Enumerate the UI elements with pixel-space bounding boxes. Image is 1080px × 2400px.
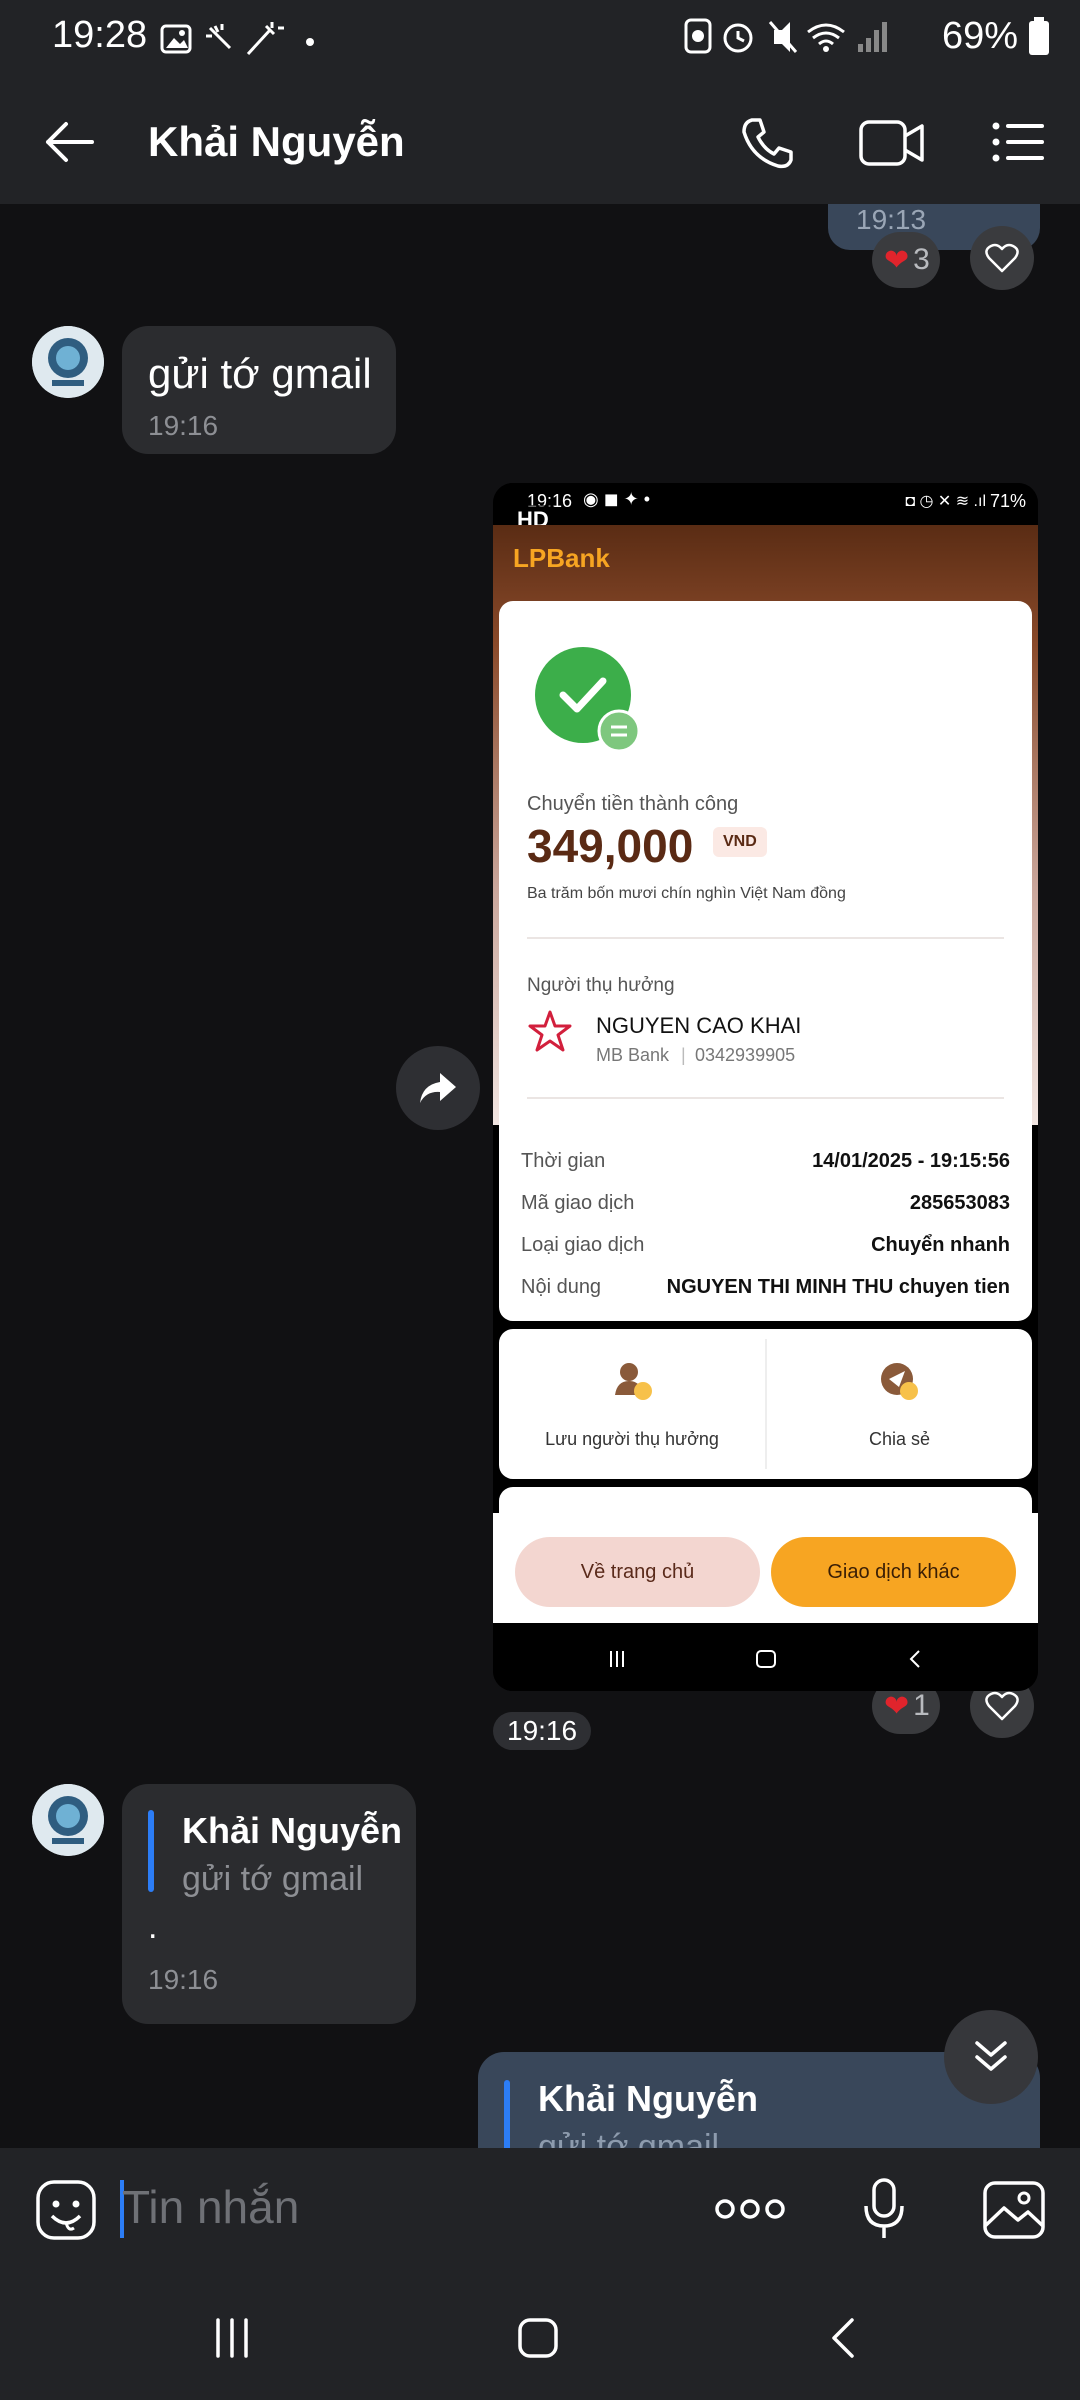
quote-text: gửi tớ gmail <box>538 2128 720 2148</box>
status-notification-icons <box>160 18 320 67</box>
other-transaction-button[interactable]: Giao dịch khác <box>771 1537 1016 1607</box>
battery-percent: 69% <box>941 14 1018 57</box>
avatar[interactable] <box>32 326 104 398</box>
message-input-bar: Tin nhắn <box>0 2148 1080 2274</box>
battery-icon <box>1029 17 1049 55</box>
screenshot-system-icons: ◘ ◷ ✕ ≋ .ıl <box>905 493 986 510</box>
save-person-icon <box>615 1363 652 1400</box>
success-label: Chuyển tiền thành công <box>527 793 739 815</box>
share-action[interactable]: Chia sẻ <box>767 1329 1032 1479</box>
divider <box>527 937 1004 939</box>
image-message[interactable]: 19:16 ◉ ◼ ✦ • ◘ ◷ ✕ ≋ .ıl 71% HD LPBank … <box>493 483 1038 1691</box>
reaction-count: 1 <box>913 1689 930 1722</box>
quote-name: Khải Nguyễn <box>182 1810 403 1851</box>
emoji-icon[interactable] <box>34 2178 98 2247</box>
screenshot-nav-bar <box>493 1627 1038 1691</box>
detail-row: Nội dung NGUYEN THI MINH THU chuyen tien <box>521 1271 1010 1303</box>
system-icons <box>684 18 887 54</box>
incoming-reply-bubble[interactable]: Khải Nguyễn gửi tớ gmail . 19:16 <box>122 1784 416 2024</box>
message-time: 19:13 <box>856 204 927 235</box>
status-time: 19:28 <box>52 14 148 56</box>
menu-list-icon[interactable] <box>990 118 1046 171</box>
heart-outline-icon <box>985 243 1019 273</box>
detail-row: Loại giao dịch Chuyển nhanh <box>521 1229 1010 1261</box>
detail-label: Nội dung <box>521 1275 602 1298</box>
quote-bar <box>148 1810 154 1892</box>
message-text: . <box>148 1908 158 1946</box>
scroll-to-bottom-button[interactable] <box>944 2010 1038 2104</box>
heart-outline-icon <box>985 1691 1019 1721</box>
avatar[interactable] <box>32 1784 104 1856</box>
like-button[interactable] <box>970 226 1034 290</box>
screenshot-status-icons: ◉ ◼ ✦ • <box>583 489 651 509</box>
message-text: gửi tớ gmail <box>148 350 372 397</box>
beneficiary-name: NGUYEN CAO KHAI <box>596 1013 802 1038</box>
transfer-amount: 349,000 <box>527 820 694 872</box>
home-button[interactable]: Về trang chủ <box>515 1537 760 1607</box>
reaction-count: 3 <box>913 243 930 276</box>
status-system-icons: 69% <box>682 14 1050 58</box>
save-beneficiary-action[interactable]: Lưu người thụ hưởng <box>499 1329 765 1479</box>
detail-value: NGUYEN THI MINH THU chuyen tien <box>666 1275 1010 1298</box>
success-check-icon <box>533 645 643 760</box>
system-nav-bar <box>0 2274 1080 2400</box>
message-time: 19:16 <box>148 410 219 441</box>
double-chevron-down-icon <box>975 2041 1007 2071</box>
detail-row: Mã giao dịch 285653083 <box>521 1187 1010 1219</box>
home-icon[interactable] <box>516 2316 560 2365</box>
save-beneficiary-label: Lưu người thụ hưởng <box>545 1429 719 1449</box>
detail-label: Loại giao dịch <box>521 1233 645 1256</box>
video-call-icon[interactable] <box>858 116 926 175</box>
detail-row: Thời gian 14/01/2025 - 19:15:56 <box>521 1145 1010 1177</box>
quote-bar <box>504 2080 510 2148</box>
detail-value: 14/01/2025 - 19:15:56 <box>812 1149 1010 1172</box>
lpbank-logo: LPBank <box>513 543 610 573</box>
detail-label: Thời gian <box>521 1149 606 1172</box>
microphone-icon[interactable] <box>862 2178 906 2247</box>
more-options-icon[interactable] <box>714 2194 786 2229</box>
reaction-count-badge[interactable]: ❤ 3 <box>872 232 940 288</box>
beneficiary-label: Người thụ hưởng <box>527 975 675 996</box>
recent-apps-icon[interactable] <box>210 2316 254 2365</box>
back-arrow-icon[interactable] <box>40 118 98 171</box>
beneficiary-bank: MB Bank <box>596 1045 670 1065</box>
image-time: 19:16 <box>493 1712 592 1750</box>
currency-badge: VND <box>713 827 767 857</box>
divider <box>527 1097 1004 1099</box>
chat-header: Khải Nguyễn <box>0 80 1080 204</box>
detail-label: Mã giao dịch <box>521 1191 635 1214</box>
quote-name: Khải Nguyễn <box>538 2078 759 2119</box>
actions-card: Lưu người thụ hưởng Chia sẻ <box>499 1329 1032 1479</box>
gallery-icon[interactable] <box>982 2180 1046 2245</box>
screenshot-battery: 71% <box>989 491 1026 511</box>
share-icon <box>881 1363 918 1400</box>
heart-icon: ❤ <box>884 1689 910 1723</box>
screenshot-status-bar: 19:16 ◉ ◼ ✦ • ◘ ◷ ✕ ≋ .ıl 71% <box>493 483 1038 525</box>
separator: | <box>681 1045 686 1065</box>
detail-value: 285653083 <box>909 1191 1010 1214</box>
message-time: 19:16 <box>148 1964 219 1995</box>
quote-text: gửi tớ gmail <box>182 1860 364 1898</box>
forward-button[interactable] <box>396 1046 480 1130</box>
beneficiary-account: 0342939905 <box>695 1045 796 1065</box>
contact-name[interactable]: Khải Nguyễn <box>148 118 405 166</box>
voice-call-icon[interactable] <box>738 114 796 177</box>
message-input[interactable]: Tin nhắn <box>122 2180 299 2234</box>
back-icon[interactable] <box>822 2316 866 2365</box>
transfer-receipt-card: Chuyển tiền thành công 349,000 VND Ba tr… <box>499 601 1032 1321</box>
status-bar: 19:28 69% <box>0 0 1080 80</box>
detail-value: Chuyển nhanh <box>871 1233 1010 1256</box>
heart-icon: ❤ <box>884 243 910 277</box>
amount-in-words: Ba trăm bốn mươi chín nghìn Việt Nam đồn… <box>527 885 846 902</box>
incoming-message-bubble[interactable]: gửi tớ gmail 19:16 <box>122 326 396 454</box>
share-label: Chia sẻ <box>868 1429 931 1449</box>
share-arrow-icon <box>420 1073 456 1103</box>
mb-bank-star-icon <box>527 1009 573 1060</box>
